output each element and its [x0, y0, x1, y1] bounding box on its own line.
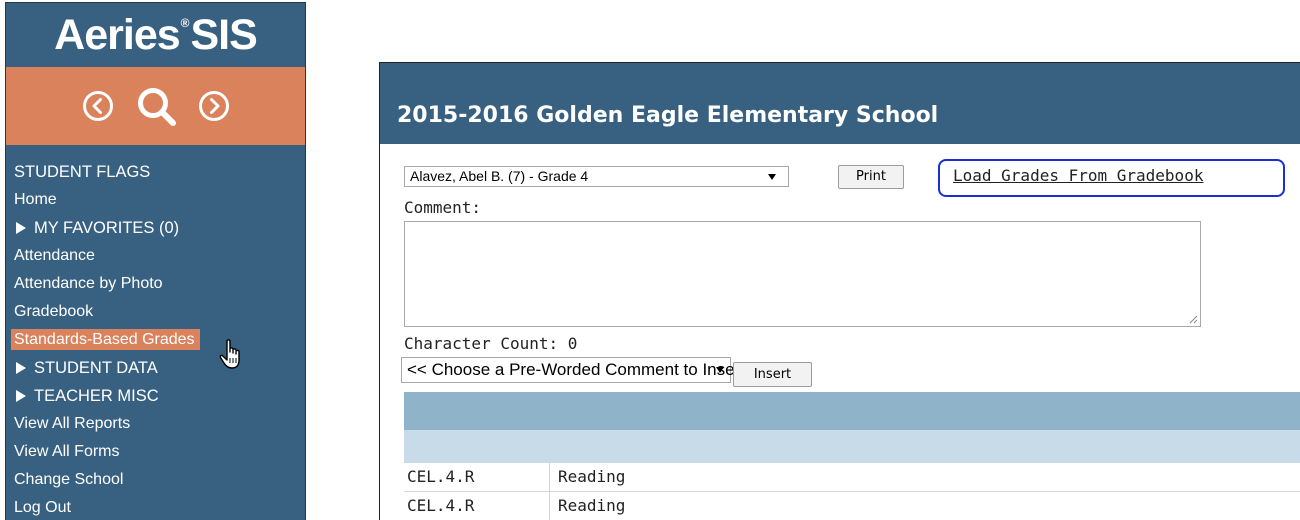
- sidebar-item-label: STUDENT DATA: [34, 359, 158, 377]
- table-row: CEL.4.R Reading: [404, 492, 1300, 520]
- sidebar-item-label: Attendance: [14, 247, 95, 264]
- sidebar-item-my-favorites[interactable]: MY FAVORITES (0): [6, 214, 305, 242]
- sidebar-item-label: TEACHER MISC: [34, 387, 159, 405]
- sidebar-item-attendance[interactable]: Attendance: [6, 242, 305, 270]
- main-panel: 2015-2016 Golden Eagle Elementary School…: [379, 62, 1300, 520]
- aeries-sis-logo[interactable]: Aeries®SIS: [6, 3, 305, 67]
- logo-suffix: SIS: [190, 11, 258, 59]
- standards-grades-form: Alavez, Abel B. (7) - Grade 4 Print Load…: [380, 144, 1300, 520]
- sidebar-item-teacher-misc[interactable]: TEACHER MISC: [6, 382, 305, 410]
- grid-subheader-row: [404, 430, 1300, 463]
- hand-pointer-cursor-icon: [219, 339, 245, 375]
- student-select[interactable]: Alavez, Abel B. (7) - Grade 4: [404, 166, 789, 187]
- sidebar-item-student-flags[interactable]: STUDENT FLAGS: [6, 158, 305, 186]
- logo-text: Aeries: [54, 11, 180, 59]
- expand-triangle-icon: [16, 390, 26, 402]
- sidebar-item-view-all-forms[interactable]: View All Forms: [6, 438, 305, 466]
- print-button[interactable]: Print: [838, 165, 904, 189]
- standard-code: CEL.4.R: [407, 467, 475, 486]
- load-grades-from-gradebook-link[interactable]: Load Grades From Gradebook: [953, 166, 1203, 185]
- expand-triangle-icon: [16, 362, 26, 374]
- sidebar-item-label: STUDENT FLAGS: [14, 163, 151, 181]
- sidebar-item-label: Attendance by Photo: [14, 275, 163, 292]
- character-count: Character Count: 0: [404, 334, 578, 353]
- sidebar-item-label: Standards-Based Grades: [11, 329, 200, 350]
- student-nav-bar: [6, 67, 305, 145]
- column-divider: [549, 463, 550, 491]
- standard-code: CEL.4.R: [407, 496, 475, 515]
- sidebar-item-label: Change School: [14, 471, 124, 488]
- dropdown-arrow-icon: [768, 174, 776, 180]
- comment-label: Comment:: [404, 198, 482, 217]
- sidebar-item-label: Home: [14, 191, 57, 208]
- search-icon[interactable]: [134, 84, 178, 128]
- sidebar-item-attendance-by-photo[interactable]: Attendance by Photo: [6, 270, 305, 298]
- logo-mark: ®: [180, 16, 190, 30]
- expand-triangle-icon: [16, 222, 26, 234]
- chevron-right-circle-icon[interactable]: [198, 90, 230, 122]
- sidebar-item-label: Log Out: [14, 499, 71, 516]
- sidebar-item-standards-based-grades[interactable]: Standards-Based Grades: [6, 326, 305, 354]
- sidebar-item-label: View All Forms: [14, 443, 120, 460]
- sidebar-item-label: Gradebook: [14, 303, 94, 320]
- standard-description: Reading: [558, 496, 626, 515]
- chevron-left-circle-icon[interactable]: [82, 90, 114, 122]
- column-divider: [549, 492, 550, 520]
- preworded-comment-select[interactable]: << Choose a Pre-Worded Comment to Insert…: [401, 357, 770, 383]
- school-title: 2015-2016 Golden Eagle Elementary School: [380, 63, 1300, 144]
- sidebar-item-gradebook[interactable]: Gradebook: [6, 298, 305, 326]
- resize-grip-icon[interactable]: [1188, 314, 1198, 324]
- load-grades-highlight-box: Load Grades From Gradebook: [938, 159, 1285, 197]
- table-row: CEL.4.R Reading: [404, 463, 1300, 492]
- sidebar-item-home[interactable]: Home: [6, 186, 305, 214]
- sidebar-item-label: View All Reports: [14, 415, 131, 432]
- sidebar-item-student-data[interactable]: STUDENT DATA: [6, 354, 305, 382]
- sidebar-item-log-out[interactable]: Log Out: [6, 494, 305, 520]
- grid-header-row: [404, 392, 1300, 430]
- sidebar-item-label: MY FAVORITES (0): [34, 219, 180, 237]
- sidebar-item-view-all-reports[interactable]: View All Reports: [6, 410, 305, 438]
- sidebar: Aeries®SIS STUDENT FLAGS Home MY FAVORIT…: [5, 2, 306, 520]
- dropdown-arrow-icon: [716, 367, 724, 373]
- student-select-value: Alavez, Abel B. (7) - Grade 4: [410, 168, 589, 184]
- insert-button[interactable]: Insert: [733, 362, 812, 387]
- sidebar-item-change-school[interactable]: Change School: [6, 466, 305, 494]
- standard-description: Reading: [558, 467, 626, 486]
- sidebar-menu: STUDENT FLAGS Home MY FAVORITES (0) Atte…: [6, 145, 305, 520]
- comment-textarea[interactable]: [404, 221, 1201, 327]
